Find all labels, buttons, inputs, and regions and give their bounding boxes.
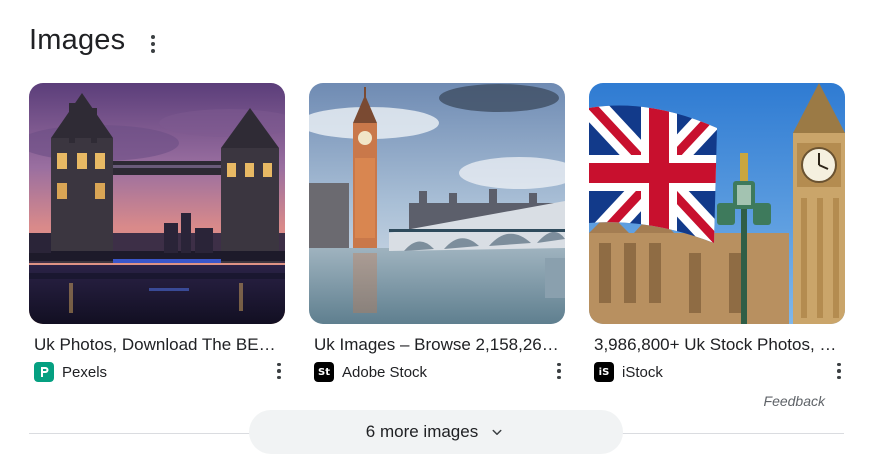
source-name: Pexels <box>62 363 108 381</box>
istock-logo-icon: iS <box>594 362 614 382</box>
image-card[interactable]: Uk Images – Browse 2,158,262 Stock Photo… <box>309 83 565 382</box>
images-section-header: Images <box>29 22 125 58</box>
divider <box>29 433 251 434</box>
more-vert-icon[interactable] <box>144 33 162 55</box>
more-vert-icon[interactable] <box>272 360 286 382</box>
chevron-down-icon <box>492 429 502 435</box>
pexels-logo-icon <box>34 362 54 382</box>
big-ben-westminster-image <box>309 83 565 324</box>
more-images-label: 6 more images <box>365 422 479 441</box>
favicon-glyph: iS <box>598 366 610 378</box>
union-jack-big-ben-image <box>589 83 845 324</box>
image-caption[interactable]: 3,986,800+ Uk Stock Photos, Pictures & R… <box>594 335 842 355</box>
image-thumbnail[interactable] <box>29 83 285 324</box>
image-thumbnail[interactable] <box>589 83 845 324</box>
image-source[interactable]: iS iStock <box>594 361 663 383</box>
image-caption[interactable]: Uk Photos, Download The BEST Free Uk Sto… <box>34 335 282 355</box>
tower-bridge-image <box>29 83 285 324</box>
divider <box>622 433 844 434</box>
source-name: Adobe Stock <box>342 363 428 381</box>
image-thumbnail[interactable] <box>309 83 565 324</box>
favicon-glyph: St <box>318 366 330 378</box>
image-source[interactable]: Pexels <box>34 361 107 383</box>
image-caption[interactable]: Uk Images – Browse 2,158,262 Stock Photo… <box>314 335 562 355</box>
source-name: iStock <box>622 363 663 381</box>
feedback-link[interactable]: Feedback <box>764 393 825 409</box>
adobe-stock-logo-icon: St <box>314 362 334 382</box>
image-source[interactable]: St Adobe Stock <box>314 361 427 383</box>
section-title: Images <box>29 23 126 56</box>
image-card[interactable]: 3,986,800+ Uk Stock Photos, Pictures & R… <box>589 83 845 382</box>
more-vert-icon[interactable] <box>832 360 846 382</box>
image-card[interactable]: Uk Photos, Download The BEST Free Uk Sto… <box>29 83 285 382</box>
more-vert-icon[interactable] <box>552 360 566 382</box>
more-images-button[interactable]: 6 more images <box>249 410 623 454</box>
